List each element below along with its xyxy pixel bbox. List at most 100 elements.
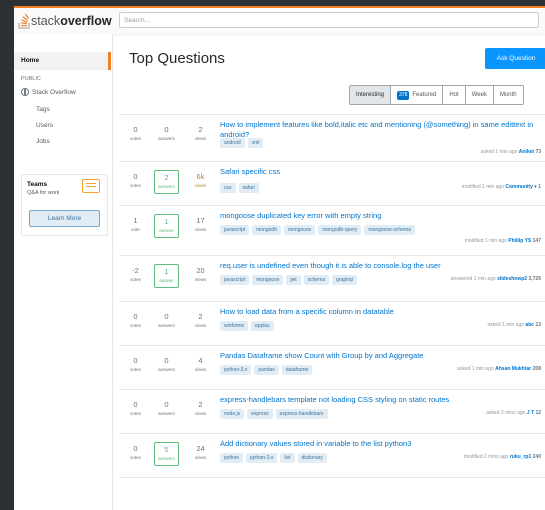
- question-title-link[interactable]: req.user is undefined even though it is …: [220, 261, 542, 271]
- tag-chip[interactable]: schema: [303, 275, 330, 285]
- page-title: Top Questions: [129, 50, 225, 67]
- user-reputation: 208: [532, 366, 541, 372]
- tab-featured[interactable]: 378 Featured: [391, 86, 444, 104]
- tag-chip[interactable]: mongoose-schema: [364, 225, 415, 235]
- tag-chip[interactable]: epplus: [251, 321, 274, 331]
- question-title-link[interactable]: How to load data from a specific column …: [220, 307, 542, 317]
- views-stat-label: views: [194, 136, 207, 141]
- answers-stat-label: answer: [159, 228, 174, 233]
- tag-chip[interactable]: mongodb-query: [318, 225, 362, 235]
- user-reputation: ♦ 1: [534, 184, 541, 190]
- user-name-link[interactable]: ruku_rp1: [510, 454, 531, 460]
- tag-chip[interactable]: pandas: [254, 365, 279, 375]
- tag-chip[interactable]: graphql: [332, 275, 357, 285]
- answers-stat-label: answers: [158, 184, 175, 189]
- tag-chip[interactable]: dictionary: [297, 453, 327, 463]
- tag-chip[interactable]: python: [220, 453, 244, 463]
- question-title-link[interactable]: Add dictionary values stored in variable…: [220, 439, 542, 449]
- tab-month[interactable]: Month: [493, 86, 523, 104]
- user-name-link[interactable]: abc: [525, 322, 534, 328]
- question-title-link[interactable]: How to implement features like bold,ital…: [220, 120, 542, 139]
- votes-stat-label: votes: [130, 183, 141, 188]
- learn-more-button[interactable]: Learn More: [29, 210, 100, 227]
- tag-chip[interactable]: mongodb: [252, 225, 281, 235]
- question-title-link[interactable]: mongoose duplicated key error with empty…: [220, 211, 542, 221]
- views-stat: 6k views: [188, 170, 213, 194]
- question-title-link[interactable]: Pandas Dataframe show Count with Group b…: [220, 351, 542, 361]
- sidebar-item-users[interactable]: Users: [36, 122, 53, 129]
- tag-chip[interactable]: android: [220, 138, 245, 148]
- views-stat-label: views: [194, 227, 207, 232]
- question-meta: asked 1 min ago Aniket 73: [481, 149, 541, 155]
- answers-stat-label: answers: [158, 136, 175, 141]
- search-input[interactable]: Search...: [119, 12, 539, 28]
- question-row: 1 vote 1 answer 17 views mongoose duplicated k…: [119, 206, 545, 256]
- globe-icon: [21, 88, 29, 96]
- question-row: 0 votes 0 answers 4 views Pandas Dataframe sho…: [119, 346, 545, 390]
- votes-stat-count: 0: [133, 400, 138, 409]
- question-meta: answered 1 min ago slideshowp2 3,726: [451, 276, 541, 282]
- tag-list: javascript mongoose jwt schema graphql: [220, 275, 357, 285]
- tag-chip[interactable]: node.js: [220, 409, 245, 419]
- sidebar-item-home[interactable]: Home: [14, 52, 111, 70]
- sidebar-item-tags[interactable]: Tags: [36, 106, 50, 113]
- answers-stat-count: 2: [164, 173, 169, 182]
- tag-chip[interactable]: css: [220, 183, 236, 193]
- question-row: 0 votes 0 answers 2 views How to load data fro…: [119, 302, 545, 346]
- question-activity-time: asked 1 min ago: [457, 366, 494, 372]
- question-title-link[interactable]: express-handlebars template not loading …: [220, 395, 542, 405]
- tag-chip[interactable]: mongoose: [252, 275, 284, 285]
- featured-count-badge: 378: [397, 90, 410, 100]
- votes-stat: 0 votes: [123, 123, 148, 147]
- tab-hot[interactable]: Hot: [443, 86, 466, 104]
- tag-chip[interactable]: express-handlebars: [275, 409, 328, 419]
- answers-stat-count: 0: [164, 400, 169, 409]
- answers-stat: 5 answers: [154, 442, 179, 466]
- question-meta: asked 1 min ago abc 13: [487, 322, 541, 328]
- tag-chip[interactable]: dataframe: [281, 365, 313, 375]
- stackoverflow-logo[interactable]: stack overflow: [18, 11, 112, 31]
- user-name-link[interactable]: Phillip YS: [508, 238, 531, 244]
- tag-chip[interactable]: list: [280, 453, 295, 463]
- tag-chip[interactable]: mongoose: [283, 225, 316, 235]
- tag-chip[interactable]: javascript: [220, 275, 250, 285]
- ask-question-button[interactable]: Ask Question: [485, 48, 545, 69]
- votes-stat-label: votes: [130, 323, 141, 328]
- user-reputation: 147: [532, 238, 541, 244]
- user-name-link[interactable]: Aniket: [519, 149, 534, 155]
- sidebar-item-jobs[interactable]: Jobs: [36, 138, 50, 145]
- tag-chip[interactable]: express: [247, 409, 273, 419]
- tag-list: javascript mongodb mongoose mongodb-query mo…: [220, 225, 415, 235]
- votes-stat-label: vote: [131, 227, 140, 232]
- user-name-link[interactable]: slideshowp2: [497, 276, 527, 282]
- answers-stat-label: answers: [158, 411, 175, 416]
- tag-chip[interactable]: safari: [238, 183, 259, 193]
- views-stat-label: views: [194, 411, 207, 416]
- tag-chip[interactable]: xml: [247, 138, 264, 148]
- question-title-link[interactable]: Safari specific css: [220, 167, 542, 177]
- tab-week[interactable]: Week: [465, 86, 494, 104]
- tag-chip[interactable]: jwt: [286, 275, 301, 285]
- tag-chip[interactable]: python-3.x: [220, 365, 252, 375]
- tag-list: node.js express express-handlebars: [220, 409, 328, 419]
- tag-chip[interactable]: winforms: [220, 321, 249, 331]
- user-reputation: 12: [535, 410, 541, 416]
- tag-list: android xml: [220, 138, 264, 148]
- answers-stat: 1 answer: [154, 214, 179, 238]
- votes-stat-count: 0: [133, 172, 138, 181]
- votes-stat-count: 0: [133, 444, 138, 453]
- tag-chip[interactable]: python-3.x: [246, 453, 278, 463]
- user-name-link[interactable]: Community: [505, 184, 533, 190]
- tag-list: css safari: [220, 183, 259, 193]
- tag-list: winforms epplus: [220, 321, 274, 331]
- question-row: 0 votes 5 answers 24 views Add dictionary valu…: [119, 434, 545, 478]
- question-meta: modified 2 mins ago ruku_rp1 240: [464, 454, 541, 460]
- user-name-link[interactable]: Ahsan Mukhtar: [495, 366, 531, 372]
- tag-chip[interactable]: javascript: [220, 225, 250, 235]
- votes-stat-label: votes: [130, 367, 141, 372]
- user-name-link[interactable]: J T: [527, 410, 534, 416]
- main-content: Top Questions Ask Question Interesting 3…: [119, 34, 545, 510]
- sidebar-item-stack-overflow[interactable]: Stack Overflow: [21, 88, 76, 96]
- teams-illustration-icon: [82, 179, 100, 193]
- tab-interesting[interactable]: Interesting: [350, 86, 392, 104]
